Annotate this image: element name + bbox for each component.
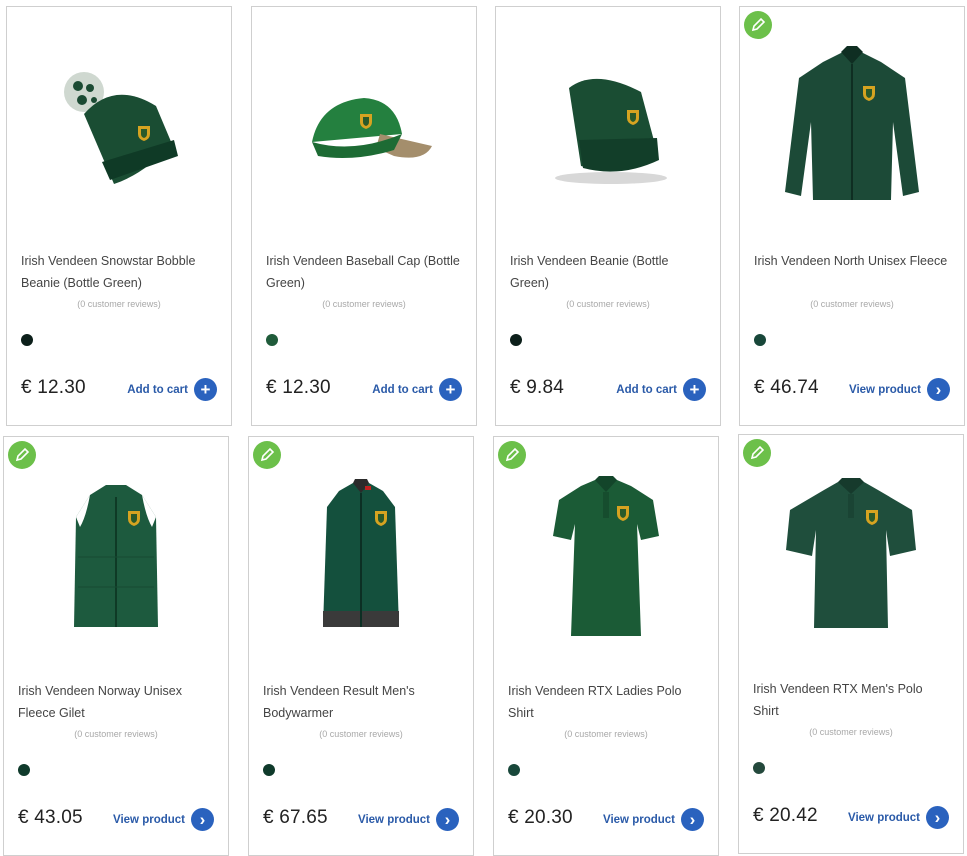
view-product-label: View product — [358, 813, 430, 826]
color-swatch[interactable] — [753, 762, 765, 774]
product-price: € 12.30 — [21, 377, 86, 398]
color-swatch[interactable] — [754, 334, 766, 346]
customer-reviews: (0 customer reviews) — [566, 299, 650, 309]
product-title[interactable]: Irish Vendeen Result Men's Bodywarmer — [263, 680, 461, 724]
color-swatch[interactable] — [266, 334, 278, 346]
view-product-button[interactable]: View product › — [848, 806, 949, 829]
product-title[interactable]: Irish Vendeen Snowstar Bobble Beanie (Bo… — [21, 250, 219, 294]
add-to-cart-button[interactable]: Add to cart + — [616, 378, 706, 401]
view-product-button[interactable]: View product › — [358, 808, 459, 831]
customer-reviews: (0 customer reviews) — [77, 299, 161, 309]
chevron-right-icon: › — [926, 806, 949, 829]
color-swatch[interactable] — [18, 764, 30, 776]
view-product-label: View product — [848, 811, 920, 824]
view-product-button[interactable]: View product › — [849, 378, 950, 401]
add-to-cart-label: Add to cart — [616, 383, 677, 396]
product-card[interactable]: Irish Vendeen RTX Men's Polo Shirt (0 cu… — [738, 434, 964, 854]
chevron-right-icon: › — [681, 808, 704, 831]
product-card[interactable]: Irish Vendeen Snowstar Bobble Beanie (Bo… — [6, 6, 232, 426]
ladies-polo-image[interactable] — [494, 457, 718, 657]
product-title[interactable]: Irish Vendeen Beanie (Bottle Green) — [510, 250, 708, 294]
color-swatch[interactable] — [263, 764, 275, 776]
customer-reviews: (0 customer reviews) — [809, 727, 893, 737]
product-price: € 46.74 — [754, 377, 819, 398]
fleece-jacket-image[interactable] — [740, 27, 964, 227]
view-product-label: View product — [603, 813, 675, 826]
add-to-cart-button[interactable]: Add to cart + — [372, 378, 462, 401]
mens-polo-image[interactable] — [739, 455, 963, 655]
product-title[interactable]: Irish Vendeen Norway Unisex Fleece Gilet — [18, 680, 216, 724]
product-price: € 12.30 — [266, 377, 331, 398]
baseball-cap-image[interactable] — [252, 27, 476, 227]
color-swatch[interactable] — [508, 764, 520, 776]
customer-reviews: (0 customer reviews) — [564, 729, 648, 739]
chevron-right-icon: › — [191, 808, 214, 831]
product-card[interactable]: Irish Vendeen Beanie (Bottle Green) (0 c… — [495, 6, 721, 426]
view-product-label: View product — [849, 383, 921, 396]
customer-reviews: (0 customer reviews) — [319, 729, 403, 739]
fleece-gilet-image[interactable] — [4, 457, 228, 657]
add-to-cart-label: Add to cart — [127, 383, 188, 396]
product-card[interactable]: Irish Vendeen RTX Ladies Polo Shirt (0 c… — [493, 436, 719, 856]
product-card[interactable]: Irish Vendeen North Unisex Fleece (0 cus… — [739, 6, 965, 426]
customer-reviews: (0 customer reviews) — [810, 299, 894, 309]
customer-reviews: (0 customer reviews) — [322, 299, 406, 309]
view-product-button[interactable]: View product › — [113, 808, 214, 831]
add-to-cart-button[interactable]: Add to cart + — [127, 378, 217, 401]
product-price: € 9.84 — [510, 377, 565, 398]
product-card[interactable]: Irish Vendeen Baseball Cap (Bottle Green… — [251, 6, 477, 426]
chevron-right-icon: › — [927, 378, 950, 401]
product-title[interactable]: Irish Vendeen Baseball Cap (Bottle Green… — [266, 250, 464, 294]
view-product-button[interactable]: View product › — [603, 808, 704, 831]
product-card[interactable]: Irish Vendeen Result Men's Bodywarmer (0… — [248, 436, 474, 856]
color-swatch[interactable] — [510, 334, 522, 346]
plus-icon: + — [439, 378, 462, 401]
add-to-cart-label: Add to cart — [372, 383, 433, 396]
product-title[interactable]: Irish Vendeen North Unisex Fleece — [754, 250, 952, 272]
product-price: € 20.30 — [508, 807, 573, 828]
color-swatch[interactable] — [21, 334, 33, 346]
view-product-label: View product — [113, 813, 185, 826]
product-price: € 20.42 — [753, 805, 818, 826]
product-price: € 67.65 — [263, 807, 328, 828]
bobble-beanie-image[interactable] — [7, 27, 231, 227]
beanie-image[interactable] — [496, 27, 720, 227]
product-card[interactable]: Irish Vendeen Norway Unisex Fleece Gilet… — [3, 436, 229, 856]
chevron-right-icon: › — [436, 808, 459, 831]
product-price: € 43.05 — [18, 807, 83, 828]
bodywarmer-image[interactable] — [249, 457, 473, 657]
plus-icon: + — [194, 378, 217, 401]
product-title[interactable]: Irish Vendeen RTX Men's Polo Shirt — [753, 678, 951, 722]
product-title[interactable]: Irish Vendeen RTX Ladies Polo Shirt — [508, 680, 706, 724]
plus-icon: + — [683, 378, 706, 401]
customer-reviews: (0 customer reviews) — [74, 729, 158, 739]
